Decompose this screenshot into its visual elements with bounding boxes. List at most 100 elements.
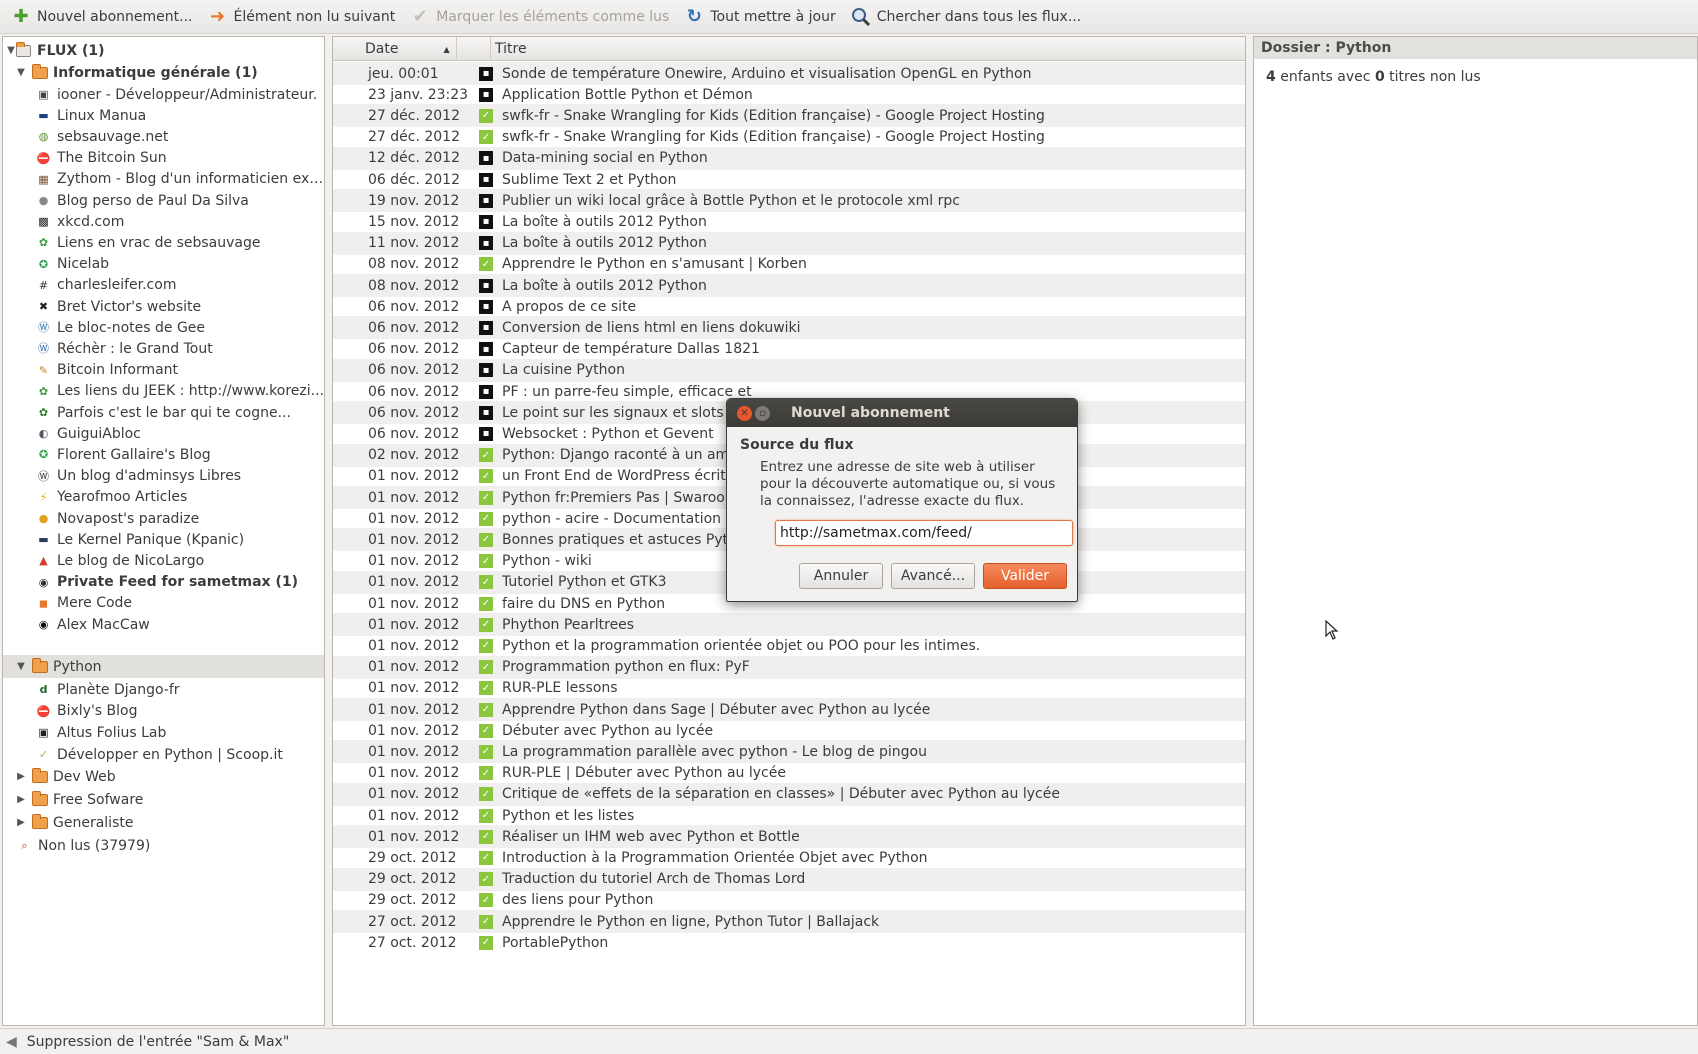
column-date-header[interactable]: Date ▲	[333, 37, 457, 61]
article-row[interactable]: 06 déc. 2012 ▪ Sublime Text 2 et Python	[333, 168, 1245, 191]
article-row[interactable]: 06 nov. 2012 ▪ La cuisine Python	[333, 358, 1245, 382]
ok-button[interactable]: Valider	[983, 563, 1067, 589]
article-row[interactable]: 06 nov. 2012 ▪ Capteur de température Dall…	[333, 338, 1245, 361]
feed-item[interactable]: # charlesleifer.com	[3, 274, 324, 297]
article-row[interactable]: 08 nov. 2012 ✓ Apprendre le Python en s'am…	[333, 253, 1245, 276]
feed-item[interactable]: ✪ Nicelab	[3, 253, 324, 276]
feed-item[interactable]: ◍ sebsauvage.net	[3, 125, 324, 148]
article-row[interactable]: 27 oct. 2012 ✓ PortablePython	[333, 931, 1245, 954]
feed-item[interactable]: ▣ Altus Folius Lab	[3, 721, 324, 744]
article-row[interactable]: 01 nov. 2012 ✓ Python et les listes	[333, 804, 1245, 827]
feed-item[interactable]: Ⓦ Un blog d'adminsys Libres	[3, 465, 324, 488]
article-row[interactable]: 01 nov. 2012 ✓ La programmation parallèle …	[333, 740, 1245, 764]
feed-item[interactable]: ▲ Le blog de NicoLargo	[3, 549, 324, 572]
folder-informatique[interactable]: ▼ Informatique générale (1)	[3, 61, 324, 84]
unread-item[interactable]: ⌕ Non lus (37979)	[3, 834, 324, 857]
feed-item[interactable]: ✪ Florent Gallaire's Blog	[3, 443, 324, 466]
feed-item[interactable]: ▩ xkcd.com	[3, 210, 324, 233]
article-row[interactable]: 29 oct. 2012 ✓ des liens pour Python	[333, 889, 1245, 912]
expander-icon[interactable]: ▼	[6, 45, 16, 56]
article-row[interactable]: 29 oct. 2012 ✓ Traduction du tutoriel Arch…	[333, 867, 1245, 891]
feed-item[interactable]: ▦ Zythom - Blog d'un informaticien exp...	[3, 168, 324, 191]
feed-item[interactable]: ✿ Liens en vrac de sebsauvage	[3, 231, 324, 254]
article-row[interactable]: 01 nov. 2012 ✓ Programmation python en flu…	[333, 655, 1245, 679]
column-icon-header[interactable]	[457, 37, 491, 61]
feed-item[interactable]: ● Novapost's paradize	[3, 507, 324, 530]
minimize-icon[interactable]: ▫	[755, 405, 770, 421]
article-row[interactable]: 12 déc. 2012 ▪ Data-mining social en Pytho…	[333, 146, 1245, 170]
feed-item[interactable]: ◼ Mere Code	[3, 592, 324, 615]
feed-label: iooner - Développeur/Administrateur.	[57, 86, 318, 103]
feed-item[interactable]: ● Blog perso de Paul Da Silva	[3, 189, 324, 212]
article-date: 01 nov. 2012	[368, 595, 460, 612]
expander-icon[interactable]: ▼	[16, 67, 26, 78]
article-row[interactable]: 01 nov. 2012 ✓ Phython Pearltrees	[333, 613, 1245, 637]
update-all-button[interactable]: ↻ Tout mettre à jour	[681, 2, 843, 32]
feed-item[interactable]: ◉ Private Feed for sametmax (1)	[3, 571, 324, 594]
feed-item[interactable]: ✓ Développer en Python | Scoop.it	[3, 743, 324, 766]
expander-icon[interactable]: ▶	[16, 817, 26, 828]
add-icon: ✚	[13, 6, 29, 27]
new-subscription-button[interactable]: ✚ Nouvel abonnement...	[8, 2, 201, 32]
folder-python[interactable]: ▼ Python	[3, 655, 324, 678]
feed-icon: Ⓦ	[38, 342, 49, 356]
article-row[interactable]: 01 nov. 2012 ✓ RUR-PLE | Débuter avec Pyth…	[333, 762, 1245, 785]
feed-item[interactable]: ▬ Linux Manua	[3, 104, 324, 127]
article-title: Réaliser un IHM web avec Python et Bottl…	[502, 828, 800, 845]
feed-item[interactable]: ▣ iooner - Développeur/Administrateur.	[3, 83, 324, 106]
expander-icon[interactable]: ▼	[16, 661, 26, 672]
article-date: 01 nov. 2012	[368, 701, 460, 718]
article-row[interactable]: 01 nov. 2012 ✓ Python et la programmation …	[333, 634, 1245, 657]
feed-item[interactable]: Ⓦ Réchèr : le Grand Tout	[3, 337, 324, 360]
article-row[interactable]: 01 nov. 2012 ✓ RUR-PLE lessons	[333, 677, 1245, 700]
feed-item[interactable]: ✿ Parfois c'est le bar qui te cogne...	[3, 401, 324, 424]
article-title: La programmation parallèle avec python -…	[502, 743, 927, 760]
tree-root[interactable]: ▼ FLUX (1)	[3, 39, 324, 62]
article-row[interactable]: 27 déc. 2012 ✓ swfk-fr - Snake Wrangling f…	[333, 104, 1245, 128]
article-row[interactable]: 23 janv. 23:23 ▪ Application Bottle Python…	[333, 83, 1245, 106]
feed-item[interactable]: ⚡ Yearofmoo Articles	[3, 486, 324, 509]
feed-item[interactable]: d Planète Django-fr	[3, 678, 324, 701]
mark-read-button[interactable]: ✔ Marquer les éléments comme lus	[407, 2, 677, 32]
feed-item[interactable]: ✖ Bret Victor's website	[3, 295, 324, 318]
column-title-header[interactable]: Titre	[491, 37, 1245, 61]
feed-item[interactable]: ◉ Alex MacCaw	[3, 613, 324, 636]
article-row[interactable]: 01 nov. 2012 ✓ Réaliser un IHM web avec Py…	[333, 825, 1245, 849]
article-row[interactable]: 27 déc. 2012 ✓ swfk-fr - Snake Wrangling f…	[333, 126, 1245, 149]
feed-item[interactable]: ◐ GuiguiAbloc	[3, 422, 324, 445]
folder-devweb[interactable]: ▶ Dev Web	[3, 765, 324, 788]
feed-item[interactable]: ✎ Bitcoin Informant	[3, 359, 324, 382]
folder-generaliste[interactable]: ▶ Generaliste	[3, 811, 324, 834]
article-row[interactable]: 08 nov. 2012 ▪ La boîte à outils 2012 Pyth…	[333, 274, 1245, 297]
feed-item[interactable]: ⛔ Bixly's Blog	[3, 700, 324, 723]
feed-url-input[interactable]	[775, 520, 1073, 546]
article-row[interactable]: jeu. 00:01 ▪ Sonde de température Onewire,…	[333, 62, 1245, 85]
article-title: Tutoriel Python et GTK3	[502, 574, 667, 591]
feed-tree[interactable]: ▼ FLUX (1) ▼ Informatique générale (1) ▣…	[2, 36, 325, 1026]
altus-icon: ▪	[479, 299, 493, 314]
feed-icon: ●	[38, 512, 49, 525]
next-unread-button[interactable]: ➜ Élément non lu suivant	[205, 2, 404, 32]
article-row[interactable]: 11 nov. 2012 ▪ La boîte à outils 2012 Pyth…	[333, 231, 1245, 255]
article-row[interactable]: 19 nov. 2012 ▪ Publier un wiki local grâce…	[333, 189, 1245, 213]
article-row[interactable]: 01 nov. 2012 ✓ Débuter avec Python au lycé…	[333, 719, 1245, 742]
article-row[interactable]: 06 nov. 2012 ▪ Conversion de liens html en…	[333, 316, 1245, 340]
article-row[interactable]: 29 oct. 2012 ✓ Introduction à la Programma…	[333, 846, 1245, 869]
article-row[interactable]: 01 nov. 2012 ✓ Critique de «effets de la s…	[333, 782, 1245, 806]
feed-item[interactable]: ▬ Le Kernel Panique (Kpanic)	[3, 528, 324, 551]
feed-item[interactable]: ⛔ The Bitcoin Sun	[3, 147, 324, 170]
expander-icon[interactable]: ▶	[16, 771, 26, 782]
expander-icon[interactable]: ▶	[16, 794, 26, 805]
search-all-button[interactable]: Chercher dans tous les flux...	[848, 2, 1089, 32]
feed-item[interactable]: Ⓦ Le bloc-notes de Gee	[3, 316, 324, 339]
close-icon[interactable]: ✕	[737, 405, 752, 421]
article-row[interactable]: 06 nov. 2012 ▪ A propos de ce site	[333, 295, 1245, 318]
advanced-button[interactable]: Avancé...	[891, 563, 975, 589]
article-row[interactable]: 01 nov. 2012 ✓ Apprendre Python dans Sage …	[333, 698, 1245, 721]
article-row[interactable]: 27 oct. 2012 ✓ Apprendre le Python en lign…	[333, 910, 1245, 933]
feed-item[interactable]: ✿ Les liens du JEEK : http://www.korezi..…	[3, 380, 324, 403]
feed-label: Développer en Python | Scoop.it	[57, 746, 283, 763]
article-row[interactable]: 15 nov. 2012 ▪ La boîte à outils 2012 Pyth…	[333, 210, 1245, 233]
cancel-button[interactable]: Annuler	[799, 563, 883, 589]
folder-free-software[interactable]: ▶ Free Sofware	[3, 788, 324, 811]
